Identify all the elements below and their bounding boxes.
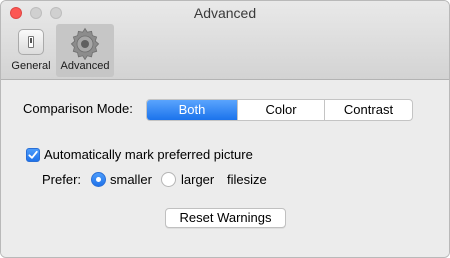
radio-larger-label[interactable]: larger bbox=[181, 172, 214, 187]
reset-warnings-button[interactable]: Reset Warnings bbox=[165, 208, 286, 228]
prefer-label: Prefer: bbox=[42, 172, 82, 187]
segment-color[interactable]: Color bbox=[237, 100, 324, 120]
comparison-mode-segmented-control[interactable]: Both Color Contrast bbox=[146, 99, 413, 121]
gear-icon bbox=[70, 27, 100, 60]
radio-larger[interactable] bbox=[161, 172, 176, 187]
preferences-content: Comparison Mode: Both Color Contrast Aut… bbox=[1, 80, 449, 257]
segment-both[interactable]: Both bbox=[147, 100, 237, 120]
tab-general[interactable]: General bbox=[7, 24, 55, 77]
segment-contrast[interactable]: Contrast bbox=[324, 100, 412, 120]
radio-smaller-label[interactable]: smaller bbox=[110, 172, 152, 187]
radio-smaller[interactable] bbox=[91, 172, 106, 187]
tab-advanced[interactable]: Advanced bbox=[56, 24, 114, 77]
comparison-mode-label: Comparison Mode: bbox=[23, 101, 133, 116]
switch-glyph bbox=[28, 36, 34, 48]
tab-advanced-label: Advanced bbox=[60, 60, 110, 72]
preferences-window: Advanced General Advanced Comparison Mod… bbox=[0, 0, 450, 258]
filesize-label: filesize bbox=[227, 172, 267, 187]
toolbar: Advanced General Advanced bbox=[1, 1, 449, 80]
tab-general-label: General bbox=[11, 60, 51, 72]
window-title: Advanced bbox=[193, 5, 257, 21]
auto-mark-label[interactable]: Automatically mark preferred picture bbox=[44, 147, 253, 162]
auto-mark-checkbox[interactable] bbox=[26, 148, 40, 162]
checkmark-icon bbox=[28, 150, 38, 159]
general-switch-icon bbox=[18, 29, 44, 55]
